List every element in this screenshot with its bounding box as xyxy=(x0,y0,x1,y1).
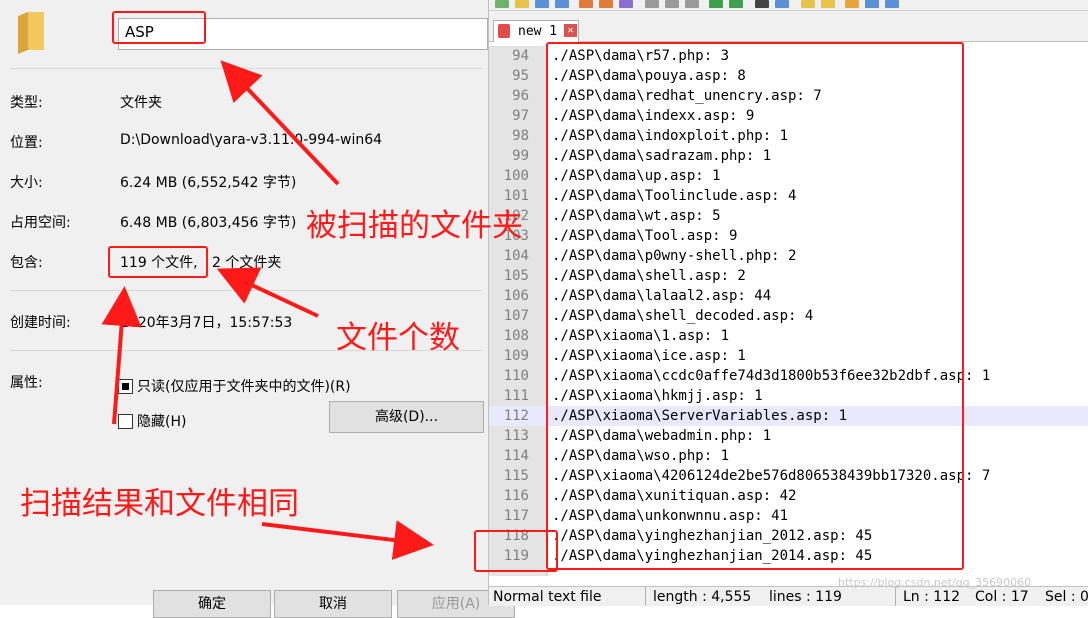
location-value: D:\Download\yara-v3.11.0-994-win64 xyxy=(120,132,383,148)
line-number: 117 xyxy=(503,508,529,524)
line-number: 106 xyxy=(503,288,529,304)
highlight-file-count xyxy=(108,246,208,278)
location-label: 位置: xyxy=(10,135,43,151)
line-number: 99 xyxy=(512,148,529,164)
new-file-icon[interactable] xyxy=(495,0,509,8)
type-label: 类型: xyxy=(10,95,43,111)
tab-bar: new 1 ✕ xyxy=(489,11,1088,42)
find-icon[interactable] xyxy=(755,0,769,8)
line-number: 94 xyxy=(512,48,529,64)
line-number: 107 xyxy=(503,308,529,324)
file-type-status: Normal text file xyxy=(493,589,602,605)
toolbar xyxy=(489,0,1088,11)
line-number: 105 xyxy=(503,268,529,284)
zoom-out-icon[interactable] xyxy=(821,0,835,8)
contains-label: 包含: xyxy=(10,255,43,271)
checkbox-indeterminate-icon xyxy=(118,378,133,394)
highlight-line-count xyxy=(474,530,558,572)
line-number: 113 xyxy=(503,428,529,444)
save-icon[interactable] xyxy=(535,0,549,8)
divider xyxy=(10,68,482,69)
hidden-checkbox[interactable]: 隐藏(H) xyxy=(118,411,186,431)
annotation-same-result: 扫描结果和文件相同 xyxy=(20,486,299,522)
line-number: 115 xyxy=(503,468,529,484)
line-number: 104 xyxy=(503,248,529,264)
created-value: 2020年3月7日，15:57:53 xyxy=(120,315,293,331)
tab-close-icon[interactable]: ✕ xyxy=(564,24,577,37)
tab-label: new 1 xyxy=(518,24,558,39)
highlight-scan-results xyxy=(546,42,964,570)
close-icon[interactable] xyxy=(579,0,593,8)
line-number: 100 xyxy=(503,168,529,184)
print-icon[interactable] xyxy=(619,0,633,8)
line-number: 97 xyxy=(512,108,529,124)
close-all-icon[interactable] xyxy=(599,0,613,8)
ok-button[interactable]: 确定 xyxy=(153,590,271,618)
divider xyxy=(10,290,482,291)
annotation-scanned-folder: 被扫描的文件夹 xyxy=(306,208,523,244)
line-number: 109 xyxy=(503,348,529,364)
redo-icon[interactable] xyxy=(729,0,743,8)
cut-icon[interactable] xyxy=(645,0,659,8)
watermark: https://blog.csdn.net/qq_35690060 xyxy=(838,576,1032,589)
size-on-disk-label: 占用空间: xyxy=(10,215,71,231)
line-number: 110 xyxy=(503,368,529,384)
line-number: 112 xyxy=(503,408,529,424)
type-value: 文件夹 xyxy=(120,95,162,111)
line-number-status: Ln : 112 xyxy=(903,589,961,605)
created-label: 创建时间: xyxy=(10,315,71,331)
word-wrap-icon[interactable] xyxy=(865,0,879,8)
size-on-disk-value: 6.48 MB (6,803,456 字节) xyxy=(120,215,297,231)
size-label: 大小: xyxy=(10,175,43,191)
status-bar: Normal text file length : 4,555 lines : … xyxy=(489,586,1088,606)
line-number: 96 xyxy=(512,88,529,104)
readonly-checkbox[interactable]: 只读(仅应用于文件夹中的文件)(R) xyxy=(118,376,351,396)
readonly-label: 只读(仅应用于文件夹中的文件)(R) xyxy=(137,379,351,395)
undo-icon[interactable] xyxy=(709,0,723,8)
highlight-folder-name xyxy=(112,11,206,44)
lines-status: lines : 119 xyxy=(769,589,842,605)
hidden-label: 隐藏(H) xyxy=(137,414,187,430)
line-number: 98 xyxy=(512,128,529,144)
line-number: 111 xyxy=(503,388,529,404)
advanced-button[interactable]: 高级(D)... xyxy=(329,401,484,433)
line-number: 116 xyxy=(503,488,529,504)
copy-icon[interactable] xyxy=(665,0,679,8)
status-divider xyxy=(895,587,896,606)
size-value: 6.24 MB (6,552,542 字节) xyxy=(120,175,297,191)
indent-guide-icon[interactable] xyxy=(885,0,899,8)
line-number: 114 xyxy=(503,448,529,464)
open-file-icon[interactable] xyxy=(515,0,529,8)
unsaved-file-icon xyxy=(498,24,510,38)
zoom-in-icon[interactable] xyxy=(801,0,815,8)
paste-icon[interactable] xyxy=(685,0,699,8)
checkbox-empty-icon xyxy=(118,413,133,429)
tab-new-1[interactable]: new 1 ✕ xyxy=(493,20,579,42)
folder-icon xyxy=(18,12,44,54)
annotation-file-count: 文件个数 xyxy=(336,320,460,356)
line-number: 95 xyxy=(512,68,529,84)
replace-icon[interactable] xyxy=(775,0,789,8)
contains-folders-value: 2 个文件夹 xyxy=(212,255,282,271)
attributes-label: 属性: xyxy=(10,375,43,391)
length-status: length : 4,555 xyxy=(653,589,752,605)
column-status: Col : 17 xyxy=(975,589,1029,605)
status-divider xyxy=(645,587,646,606)
sync-scroll-icon[interactable] xyxy=(845,0,859,8)
cancel-button[interactable]: 取消 xyxy=(274,590,392,618)
save-all-icon[interactable] xyxy=(555,0,569,8)
line-number: 108 xyxy=(503,328,529,344)
selection-status: Sel : 0 xyxy=(1045,589,1088,605)
